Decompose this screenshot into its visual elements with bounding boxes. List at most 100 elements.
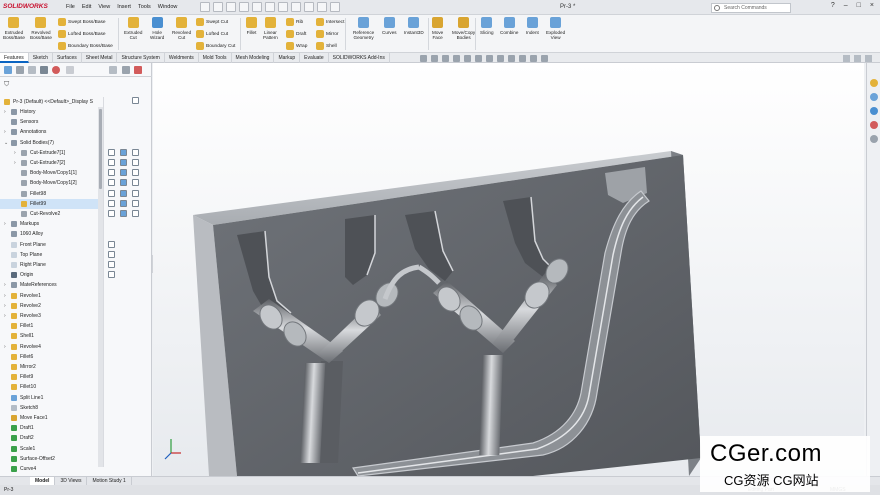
zoom-to-fit-icon[interactable] [420, 55, 427, 62]
tree-node[interactable]: › MateReferences [0, 280, 100, 290]
mirror-button[interactable]: Mirror [316, 30, 339, 38]
search-commands-input[interactable]: Search Commands [711, 3, 791, 13]
hole-wizard-button[interactable]: Hole Wizard [150, 17, 164, 40]
tree-node[interactable]: Surface-Offset2 [0, 454, 100, 464]
save-icon[interactable] [239, 2, 249, 12]
hide-show-icon[interactable] [108, 179, 115, 187]
tree-node[interactable]: Fillet1 [0, 321, 100, 331]
expand-arrow-icon[interactable]: › [14, 158, 18, 168]
display-style-icon[interactable] [486, 55, 493, 62]
plane-visibility-icon[interactable] [108, 240, 115, 248]
previous-view-icon[interactable] [442, 55, 449, 62]
menu-view[interactable]: View [98, 4, 110, 10]
flyout-arrow-icon[interactable] [122, 66, 130, 74]
body-icon[interactable] [120, 179, 127, 187]
tab-surfaces[interactable]: Surfaces [53, 53, 82, 63]
extrude-boss-button[interactable]: Extruded Boss/Base [3, 17, 25, 40]
curves-button[interactable]: Curves [382, 17, 397, 35]
tree-node[interactable]: 1060 Alloy [0, 229, 100, 239]
tree-node[interactable]: › Cut-Extrude7[2] [0, 158, 100, 168]
minimize-button[interactable]: – [844, 2, 848, 9]
tab-sheet-metal[interactable]: Sheet Metal [82, 53, 118, 63]
tree-node[interactable]: › Revolve2 [0, 301, 100, 311]
close-button[interactable]: × [870, 2, 874, 9]
tab-sketch[interactable]: Sketch [29, 53, 54, 63]
expand-arrow-icon[interactable]: › [4, 311, 8, 321]
options-icon[interactable] [330, 2, 340, 12]
tree-node[interactable]: › Revolve4 [0, 342, 100, 352]
configuration-manager-icon[interactable] [28, 66, 36, 74]
extrude-cut-button[interactable]: Extruded Cut [124, 17, 142, 40]
bottom-tab-model[interactable]: Model [30, 477, 56, 485]
tab-weldments[interactable]: Weldments [165, 53, 199, 63]
bottom-tab-motion-study-1[interactable]: Motion Study 1 [87, 477, 132, 485]
appearance-icon[interactable] [132, 159, 139, 166]
new-document-icon[interactable] [213, 2, 223, 12]
appearance-icon[interactable] [132, 148, 139, 156]
hide-show-items-icon[interactable] [497, 55, 504, 62]
tree-node[interactable]: › Revolve1 [0, 291, 100, 301]
tree-node[interactable]: Front Plane [0, 240, 100, 250]
dynamic-annotation-icon[interactable] [464, 55, 471, 62]
tree-node[interactable]: Sketch8 [0, 403, 100, 413]
appearance-icon[interactable] [132, 199, 139, 207]
wrap-button[interactable]: Wrap [286, 42, 307, 50]
appearances-icon[interactable] [870, 121, 878, 129]
appearance-column-icon[interactable] [134, 66, 142, 74]
select-icon[interactable] [291, 2, 301, 12]
view-orientation-icon[interactable] [475, 55, 482, 62]
lofted-boss-button[interactable]: Lofted Boss/Base [58, 30, 106, 38]
custom-properties-icon[interactable] [870, 135, 878, 143]
hide-show-icon[interactable] [108, 189, 115, 197]
combine-button[interactable]: Combine [500, 17, 518, 35]
expand-arrow-icon[interactable]: › [4, 280, 8, 290]
expand-arrow-icon[interactable]: › [14, 148, 18, 158]
tab-features[interactable]: Features [0, 53, 29, 63]
tree-node[interactable]: › History [0, 107, 100, 117]
tree-node[interactable]: › Annotations [0, 127, 100, 137]
display-manager-icon[interactable] [52, 66, 60, 74]
edit-appearance-icon[interactable] [508, 55, 515, 62]
revolve-cut-button[interactable]: Revolved Cut [172, 17, 191, 40]
exploded-view-button[interactable]: Exploded View [546, 17, 565, 40]
boundary-cut-button[interactable]: Boundary Cut [196, 42, 235, 50]
menu-edit[interactable]: Edit [82, 4, 91, 10]
plane-visibility-icon[interactable] [108, 261, 115, 268]
menu-file[interactable]: File [66, 4, 75, 10]
redo-icon[interactable] [278, 2, 288, 12]
resources-icon[interactable] [870, 79, 878, 87]
tree-node[interactable]: Fillet10 [0, 382, 100, 392]
body-icon[interactable] [120, 199, 127, 207]
open-icon[interactable] [226, 2, 236, 12]
zoom-to-area-icon[interactable] [431, 55, 438, 62]
tree-node[interactable]: Curve4 [0, 464, 100, 474]
hide-show-icon[interactable] [108, 199, 115, 207]
tree-node[interactable]: Sensors [0, 117, 100, 127]
plane-visibility-icon[interactable] [108, 271, 115, 279]
move-copy-button[interactable]: Move/Copy Bodies [452, 17, 475, 40]
menu-insert[interactable]: Insert [117, 4, 131, 10]
hide-show-icon[interactable] [108, 148, 115, 156]
viewport-close-icon[interactable] [865, 55, 872, 62]
appearance-icon[interactable] [132, 189, 139, 197]
draft-button[interactable]: Draft [286, 30, 306, 38]
design-library-icon[interactable] [870, 93, 878, 101]
hide-show-icon[interactable] [108, 159, 115, 166]
boundary-boss-button[interactable]: Boundary Boss/Base [58, 42, 113, 50]
swept-boss-button[interactable]: Swept Boss/Base [58, 18, 106, 26]
tree-node[interactable]: Fillet9 [0, 372, 100, 382]
file-explorer-icon[interactable] [870, 107, 878, 115]
appearance-icon[interactable] [132, 169, 139, 177]
tab-structure-system[interactable]: Structure System [117, 53, 165, 63]
indent-button[interactable]: Indent [526, 17, 539, 35]
expand-arrow-icon[interactable]: › [4, 107, 8, 117]
tree-node[interactable]: Draft1 [0, 423, 100, 433]
graphics-area[interactable] [153, 63, 864, 476]
viewport-minimize-icon[interactable] [843, 55, 850, 62]
expand-arrow-icon[interactable]: › [4, 291, 8, 301]
tree-node[interactable]: Cut-Revolve2 [0, 209, 100, 219]
menu-tools[interactable]: Tools [138, 4, 151, 10]
plane-visibility-icon[interactable] [108, 250, 115, 258]
tree-node[interactable]: Origin [0, 270, 100, 280]
column-header-icon[interactable] [132, 97, 139, 104]
